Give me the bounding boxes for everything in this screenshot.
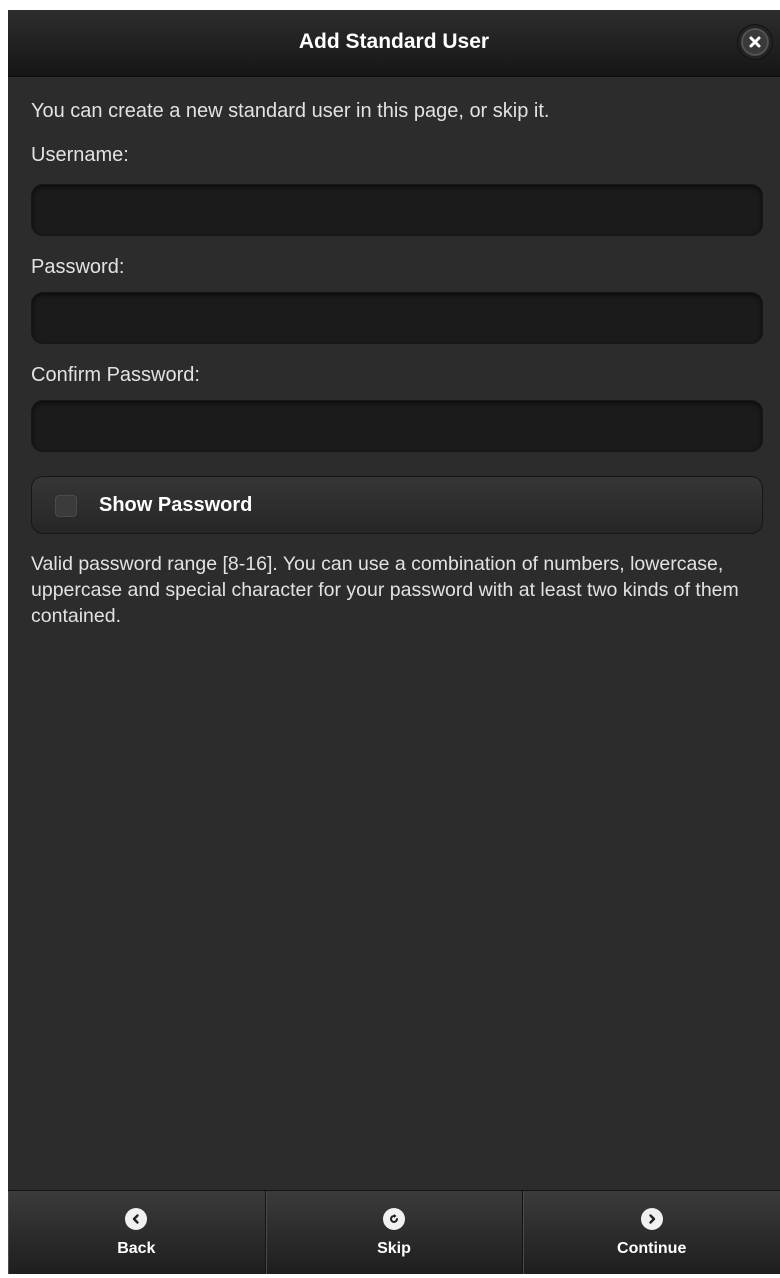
chevron-left-icon — [125, 1208, 148, 1230]
dialog-header: Add Standard User — [8, 10, 780, 77]
password-input[interactable] — [31, 292, 763, 344]
confirm-password-label: Confirm Password: — [31, 364, 200, 386]
back-button[interactable]: Back — [8, 1191, 266, 1274]
confirm-password-input[interactable] — [31, 400, 763, 452]
dialog-title: Add Standard User — [298, 30, 490, 53]
intro-text: You can create a new standard user in th… — [31, 100, 550, 122]
password-hint: Valid password range [8-16]. You can use… — [31, 553, 739, 627]
show-password-checkbox[interactable] — [55, 495, 77, 517]
continue-button[interactable]: Continue — [523, 1191, 780, 1274]
close-button[interactable] — [738, 25, 772, 59]
show-password-toggle[interactable]: Show Password — [31, 476, 763, 534]
skip-button[interactable]: Skip — [266, 1191, 524, 1274]
username-input[interactable] — [31, 184, 763, 236]
close-icon — [743, 30, 767, 54]
back-label: Back — [117, 1240, 156, 1257]
chevron-right-icon — [640, 1208, 663, 1230]
password-label: Password: — [31, 256, 125, 278]
add-user-dialog: Add Standard User You can create a new s… — [8, 10, 780, 1274]
footer-nav: Back Skip Continue — [8, 1190, 780, 1274]
refresh-icon — [383, 1208, 405, 1230]
skip-label: Skip — [377, 1240, 411, 1257]
show-password-label: Show Password — [99, 494, 253, 516]
continue-label: Continue — [617, 1240, 687, 1257]
username-label: Username: — [31, 144, 129, 166]
